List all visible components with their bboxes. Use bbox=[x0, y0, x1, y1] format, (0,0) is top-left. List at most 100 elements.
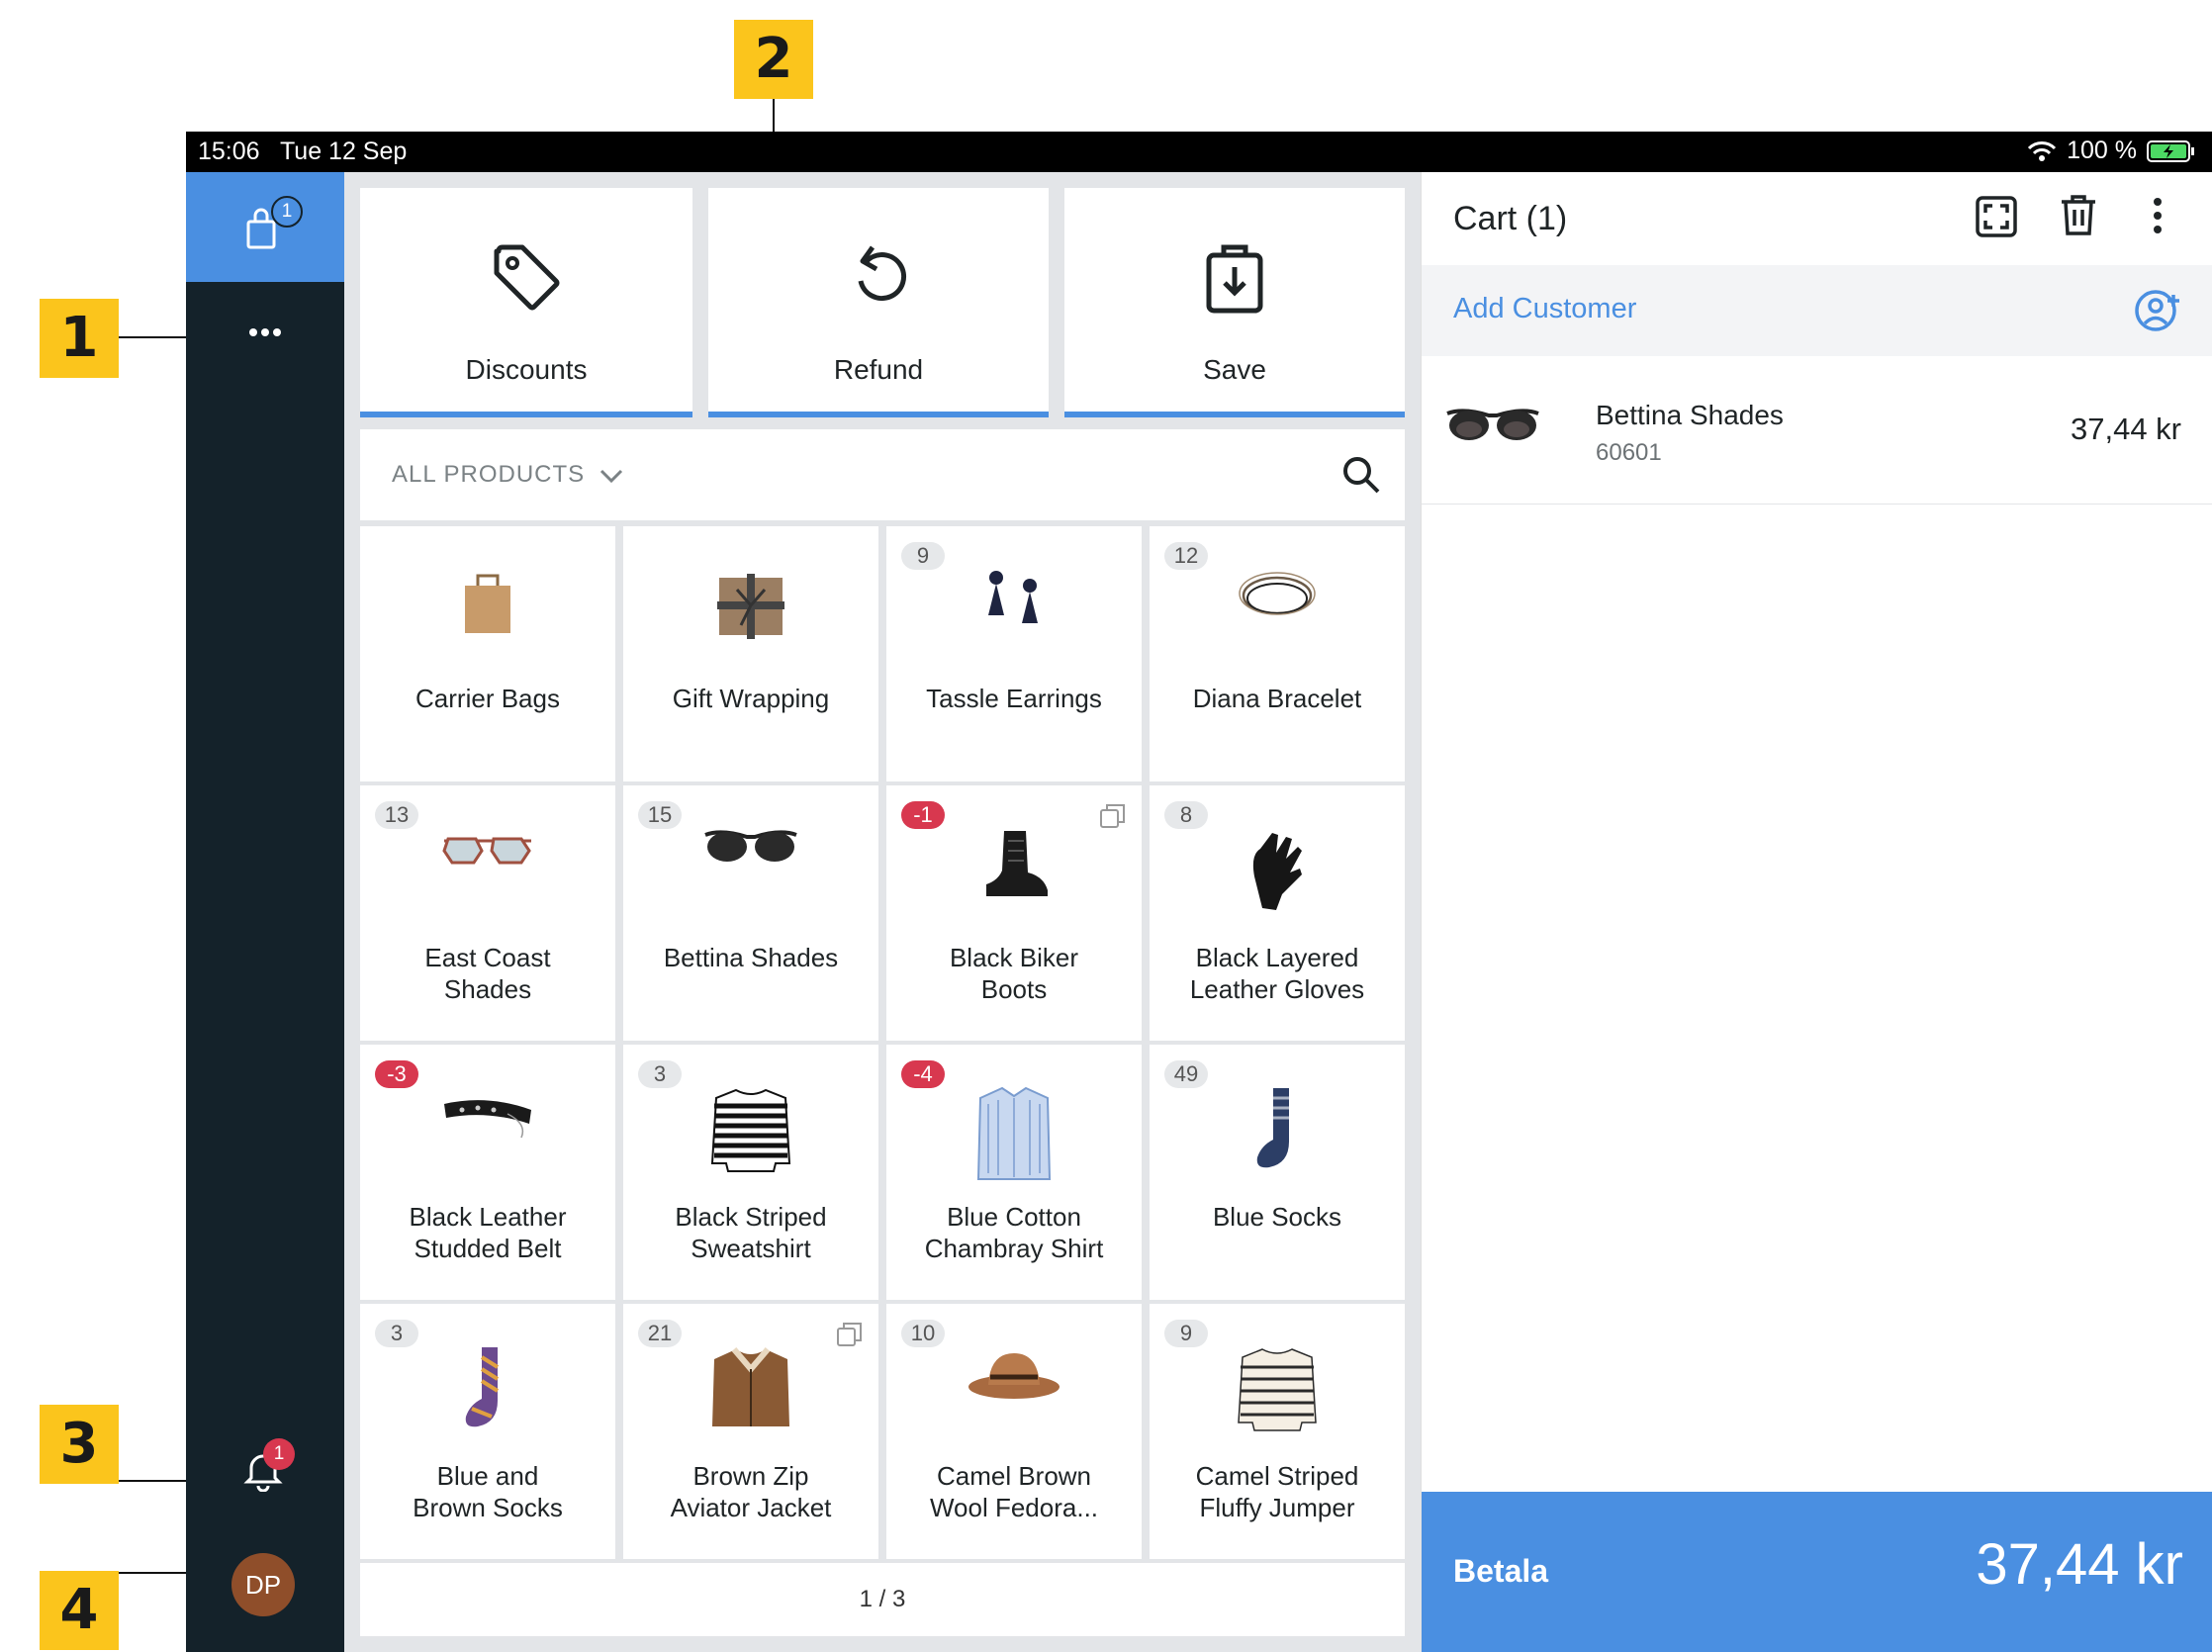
product-tile[interactable]: 8 Black Layered Leather Gloves bbox=[1150, 785, 1405, 1041]
product-name: Black Biker Boots bbox=[894, 942, 1134, 1005]
product-tile[interactable]: 9 Camel Striped Fluffy Jumper bbox=[1150, 1304, 1405, 1559]
discounts-button[interactable]: Discounts bbox=[360, 188, 692, 417]
stock-badge: 3 bbox=[375, 1320, 418, 1347]
more-vertical-icon[interactable] bbox=[2152, 196, 2164, 235]
product-image-jacket bbox=[706, 1343, 795, 1437]
status-date: Tue 12 Sep bbox=[279, 138, 408, 165]
product-image-belt bbox=[438, 1084, 537, 1148]
stock-badge: 8 bbox=[1164, 801, 1208, 829]
refund-button[interactable]: Refund bbox=[708, 188, 1049, 417]
product-name: Blue Socks bbox=[1157, 1201, 1397, 1233]
product-name-line-1: Bettina Shades bbox=[663, 943, 839, 972]
stock-badge: 15 bbox=[638, 801, 682, 829]
product-image-shades bbox=[701, 825, 800, 873]
stock-badge: 13 bbox=[375, 801, 418, 829]
refund-icon bbox=[858, 245, 907, 302]
product-image-shirt bbox=[974, 1084, 1054, 1188]
cart-count-badge: 1 bbox=[271, 196, 303, 228]
product-name-line-1: Black Leather bbox=[409, 1202, 567, 1232]
product-name: Brown Zip Aviator Jacket bbox=[631, 1460, 871, 1523]
stock-badge: 3 bbox=[638, 1060, 682, 1088]
product-name: Blue and Brown Socks bbox=[368, 1460, 607, 1523]
product-name: Diana Bracelet bbox=[1157, 683, 1397, 714]
notification-count: 1 bbox=[273, 1443, 285, 1464]
fullscreen-icon[interactable] bbox=[1976, 196, 2017, 237]
notifications-button[interactable]: 1 bbox=[243, 1438, 295, 1498]
tag-icon bbox=[494, 244, 560, 311]
add-customer-label: Add Customer bbox=[1453, 293, 1637, 324]
product-tile[interactable]: 3 Blue and Brown Socks bbox=[360, 1304, 615, 1559]
product-category-dropdown[interactable]: ALL PRODUCTS bbox=[392, 461, 624, 489]
stock-badge: -1 bbox=[901, 801, 945, 829]
avatar[interactable]: DP bbox=[231, 1553, 295, 1616]
product-name-line-1: Tassle Earrings bbox=[926, 684, 1102, 713]
product-tile[interactable]: 13 East Coast Shades bbox=[360, 785, 615, 1041]
more-horizontal-icon[interactable] bbox=[247, 326, 283, 338]
product-name-line-2: Boots bbox=[980, 974, 1048, 1004]
status-right: 100 % bbox=[2027, 137, 2196, 165]
product-name-line-1: Brown Zip bbox=[692, 1461, 809, 1491]
product-name-line-1: Blue and bbox=[436, 1461, 539, 1491]
product-name-line-2: Brown Socks bbox=[413, 1493, 563, 1522]
category-label: ALL PRODUCTS bbox=[392, 461, 586, 488]
product-thumbnail-shades bbox=[1446, 409, 1539, 440]
notification-badge: 1 bbox=[263, 1438, 295, 1470]
search-icon[interactable] bbox=[1341, 455, 1381, 495]
sidebar: 1 1 DP bbox=[186, 172, 344, 1652]
stock-badge: 9 bbox=[901, 542, 945, 570]
product-name-line-1: Black Striped bbox=[675, 1202, 827, 1232]
battery-charging-icon bbox=[2147, 139, 2194, 162]
product-name: Blue Cotton Chambray Shirt bbox=[894, 1201, 1134, 1264]
product-name-line-1: Camel Brown bbox=[936, 1461, 1092, 1491]
trash-icon[interactable] bbox=[2059, 192, 2098, 237]
product-name: Bettina Shades bbox=[631, 942, 871, 973]
product-tile[interactable]: 49 Blue Socks bbox=[1150, 1045, 1405, 1300]
product-tile[interactable]: -4 Blue Cotton Chambray Shirt bbox=[886, 1045, 1142, 1300]
product-name: Camel Striped Fluffy Jumper bbox=[1157, 1460, 1397, 1523]
product-tile[interactable]: -3 Black Leather Studded Belt bbox=[360, 1045, 615, 1300]
save-bag-icon bbox=[1206, 244, 1263, 314]
product-image-bag bbox=[453, 566, 522, 640]
stock-badge: 10 bbox=[901, 1320, 945, 1347]
product-image-bracelet bbox=[1233, 566, 1322, 640]
product-name: Tassle Earrings bbox=[894, 683, 1134, 714]
product-name-line-1: Black Layered bbox=[1195, 943, 1359, 972]
pay-total: 37,44 kr bbox=[1976, 1532, 2183, 1597]
status-bar: 15:06 Tue 12 Sep 100 % bbox=[186, 132, 2212, 172]
product-name-line-1: Camel Striped bbox=[1195, 1461, 1359, 1491]
product-image-boot bbox=[974, 825, 1054, 909]
stock-badge: -3 bbox=[375, 1060, 418, 1088]
product-tile[interactable]: 9 Tassle Earrings bbox=[886, 526, 1142, 781]
stock-badge: 49 bbox=[1164, 1060, 1208, 1088]
avatar-initials: DP bbox=[244, 1570, 282, 1600]
product-name-line-1: Gift Wrapping bbox=[672, 684, 830, 713]
product-tile[interactable]: 10 Camel Brown Wool Fedora... bbox=[886, 1304, 1142, 1559]
add-customer-row[interactable]: Add Customer bbox=[1422, 265, 2212, 356]
product-tile[interactable]: Carrier Bags bbox=[360, 526, 615, 781]
chevron-down-icon bbox=[599, 469, 622, 483]
product-tile[interactable]: 3 Black Striped Sweatshirt bbox=[623, 1045, 878, 1300]
save-button[interactable]: Save bbox=[1064, 188, 1405, 417]
product-tile[interactable]: -1 Black Biker Boots bbox=[886, 785, 1142, 1041]
product-tile[interactable]: 15 Bettina Shades bbox=[623, 785, 878, 1041]
cart-item-price: 37,44 kr bbox=[2070, 412, 2181, 446]
product-image-sweater bbox=[706, 1084, 795, 1178]
product-name-line-1: Blue Cotton bbox=[947, 1202, 1081, 1232]
product-name: Carrier Bags bbox=[368, 683, 607, 714]
product-image-shades2 bbox=[438, 825, 537, 879]
product-tile[interactable]: 12 Diana Bracelet bbox=[1150, 526, 1405, 781]
stock-badge: 9 bbox=[1164, 1320, 1208, 1347]
status-time-date: 15:06 Tue 12 Sep bbox=[198, 138, 407, 166]
product-image-hat bbox=[965, 1343, 1063, 1408]
sidebar-cart-button[interactable]: 1 bbox=[186, 172, 344, 282]
product-tile[interactable]: Gift Wrapping bbox=[623, 526, 878, 781]
product-image-sock2 bbox=[458, 1343, 517, 1437]
pay-button[interactable]: Betala 37,44 kr bbox=[1422, 1492, 2212, 1652]
product-name-line-1: East Coast bbox=[424, 943, 551, 972]
stock-badge: 12 bbox=[1164, 542, 1208, 570]
product-tile[interactable]: 21 Brown Zip Aviator Jacket bbox=[623, 1304, 878, 1559]
product-name-line-2: Leather Gloves bbox=[1189, 974, 1365, 1004]
callout-2: 2 bbox=[734, 20, 813, 99]
cart-line-item[interactable]: Bettina Shades 60601 37,44 kr bbox=[1422, 356, 2212, 505]
product-name-line-2: Wool Fedora... bbox=[929, 1493, 1099, 1522]
